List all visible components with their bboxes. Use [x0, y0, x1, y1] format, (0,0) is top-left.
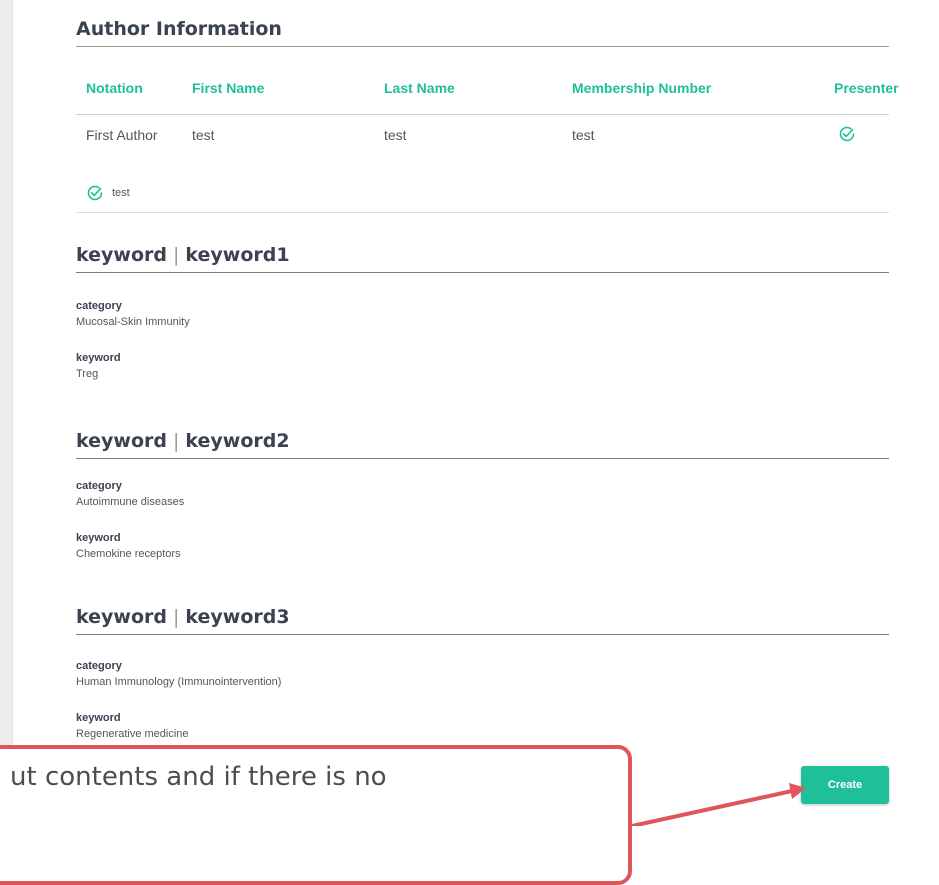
cell-membership-number: test: [572, 127, 595, 143]
keyword-label: keyword: [76, 532, 121, 544]
page-margin: [0, 0, 12, 826]
keyword-prefix: keyword: [76, 244, 167, 266]
consent-text: test: [112, 187, 130, 199]
keyword3-title: keyword | keyword3: [76, 606, 889, 635]
category-value: Autoimmune diseases: [76, 496, 185, 508]
column-first-name: First Name: [192, 80, 265, 96]
category-value: Mucosal-Skin Immunity: [76, 316, 190, 328]
title-separator: |: [172, 606, 180, 628]
category-value: Human Immunology (Immunointervention): [76, 676, 282, 688]
author-table: Notation First Name Last Name Membership…: [76, 80, 911, 155]
cell-notation: First Author: [86, 127, 158, 143]
column-notation: Notation: [86, 80, 143, 96]
content-edge: [12, 0, 13, 826]
cell-first-name: test: [192, 127, 215, 143]
keyword-prefix: keyword: [76, 430, 167, 452]
annotation-text: ut contents and if there is no: [10, 762, 387, 792]
keyword-prefix: keyword: [76, 606, 167, 628]
column-presenter: Presenter: [834, 80, 899, 96]
consent-row: test: [86, 183, 130, 203]
keyword1-title: keyword | keyword1: [76, 244, 889, 273]
keyword-label: keyword: [76, 712, 121, 724]
keyword-name: keyword3: [185, 606, 290, 628]
column-membership-number: Membership Number: [572, 80, 712, 96]
column-last-name: Last Name: [384, 80, 455, 96]
keyword-value: Chemokine receptors: [76, 548, 181, 560]
category-label: category: [76, 660, 122, 672]
cell-last-name: test: [384, 127, 407, 143]
title-separator: |: [172, 430, 180, 452]
keyword-name: keyword2: [185, 430, 290, 452]
author-information-title: Author Information: [76, 18, 889, 47]
keyword2-title: keyword | keyword2: [76, 430, 889, 459]
divider: [76, 212, 889, 213]
consent-check-circle-icon: [86, 184, 104, 202]
keyword-label: keyword: [76, 352, 121, 364]
table-header: Notation First Name Last Name Membership…: [76, 80, 899, 115]
keyword-name: keyword1: [185, 244, 290, 266]
category-label: category: [76, 480, 122, 492]
keyword-value: Treg: [76, 368, 99, 380]
category-label: category: [76, 300, 122, 312]
presenter-check-circle-icon: [838, 125, 856, 143]
create-button[interactable]: Create: [801, 766, 889, 804]
title-separator: |: [172, 244, 180, 266]
keyword-value: Regenerative medicine: [76, 728, 189, 740]
table-row: First Author test test test: [76, 115, 911, 155]
